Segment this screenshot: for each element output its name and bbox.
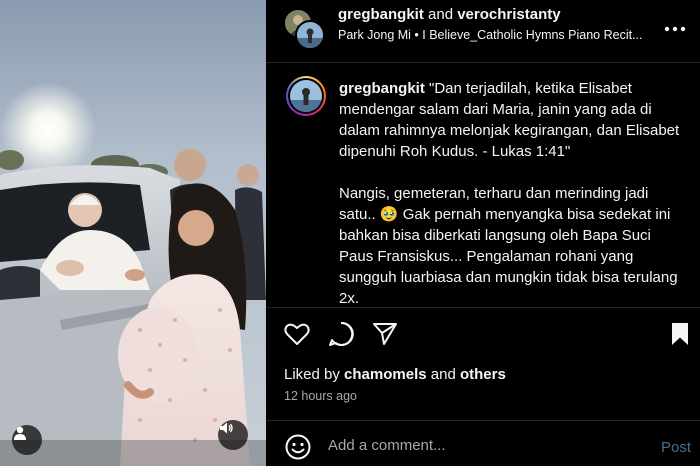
- user-tag-icon: [14, 426, 26, 440]
- post-caption: gregbangkit "Dan terjadilah, ketika Elis…: [339, 78, 689, 309]
- post-details-panel: gregbangkit and verochristanty Park Jong…: [266, 0, 700, 466]
- header-and: and: [428, 6, 454, 23]
- volume-button[interactable]: [218, 420, 248, 450]
- comment-button[interactable]: [325, 318, 357, 350]
- collab-user-1[interactable]: gregbangkit: [338, 6, 424, 23]
- likes-summary: Liked by chamomels and others: [284, 366, 506, 383]
- divider: [266, 307, 700, 308]
- action-bar: [266, 318, 700, 354]
- header-title: gregbangkit and verochristanty: [338, 6, 561, 23]
- caption-username[interactable]: gregbangkit: [339, 80, 425, 97]
- post-timestamp[interactable]: 12 hours ago: [284, 389, 357, 403]
- likes-prefix: Liked by: [284, 366, 340, 383]
- share-icon: [373, 323, 397, 345]
- comment-input[interactable]: [328, 437, 628, 454]
- more-options-button[interactable]: [664, 16, 686, 37]
- likes-others[interactable]: others: [460, 366, 506, 383]
- post-media[interactable]: [0, 0, 266, 466]
- avatar: [290, 80, 322, 112]
- volume-icon: [220, 422, 233, 434]
- caption-avatar[interactable]: [286, 76, 326, 116]
- comment-composer: Post: [266, 428, 700, 466]
- emoji-icon: [285, 434, 311, 460]
- likes-and: and: [430, 366, 456, 383]
- audio-track[interactable]: Park Jong Mi • I Believe_Catholic Hymns …: [338, 28, 678, 42]
- avatar: [295, 20, 325, 50]
- more-horizontal-icon: [664, 26, 686, 32]
- emoji-button[interactable]: [284, 433, 312, 461]
- post-photo: [0, 0, 266, 466]
- heart-icon: [284, 323, 310, 345]
- save-button[interactable]: [664, 318, 696, 350]
- divider: [266, 420, 700, 421]
- share-button[interactable]: [369, 318, 401, 350]
- caption-text-2: Nangis, gemeteran, terharu dan merinding…: [339, 185, 678, 307]
- collab-avatars[interactable]: [283, 8, 325, 50]
- user-tag-button[interactable]: [12, 425, 42, 455]
- likes-user[interactable]: chamomels: [344, 366, 427, 383]
- bookmark-icon: [672, 323, 688, 345]
- comment-icon: [329, 321, 354, 346]
- like-button[interactable]: [281, 318, 313, 350]
- collab-user-2[interactable]: verochristanty: [457, 6, 560, 23]
- post-comment-button[interactable]: Post: [661, 439, 691, 456]
- post-header: gregbangkit and verochristanty Park Jong…: [266, 0, 700, 63]
